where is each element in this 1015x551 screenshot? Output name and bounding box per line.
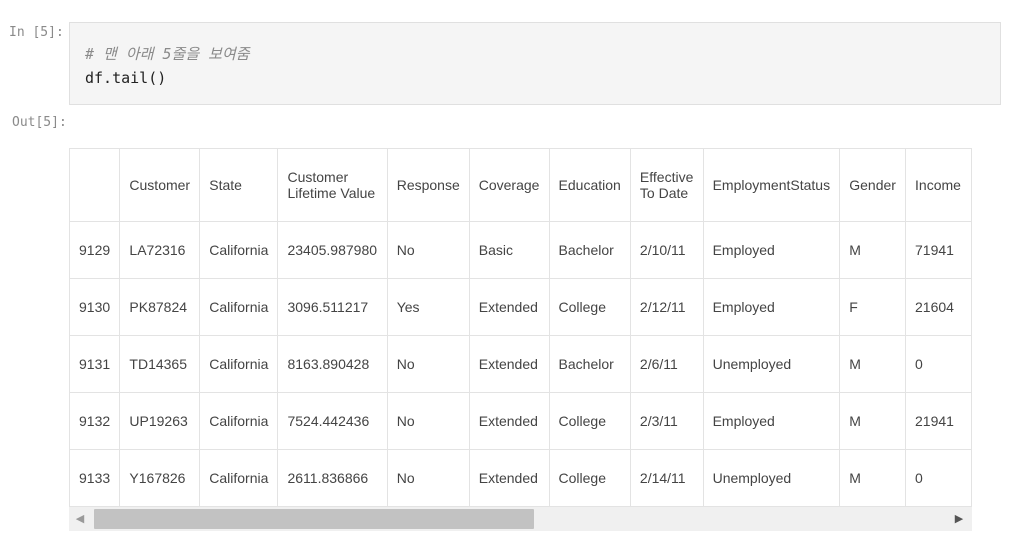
scroll-left-arrow-icon[interactable]: ◀ (69, 507, 91, 531)
table-cell: 21604 (905, 278, 972, 336)
table-cell: 23405.987980 (277, 221, 388, 279)
row-index: 9133 (69, 449, 121, 507)
table-cell: LA72316 (119, 221, 201, 279)
table-cell: California (199, 335, 279, 393)
table-cell: M (839, 221, 907, 279)
table-cell: 3096.511217 (277, 278, 388, 336)
table-cell: F (839, 278, 907, 336)
horizontal-scrollbar[interactable]: ◀ ▶ (69, 507, 972, 531)
column-header: State (199, 148, 279, 222)
table-cell: No (386, 449, 470, 507)
table-cell: Y167826 (119, 449, 201, 507)
column-header: Coverage (468, 148, 550, 222)
row-index: 9132 (69, 392, 121, 450)
output-prompt: Out[5]: (12, 115, 67, 130)
table-cell: 2/3/11 (629, 392, 704, 450)
row-index: 9130 (69, 278, 121, 336)
table-cell: California (199, 278, 279, 336)
table-cell: Bachelor (548, 335, 631, 393)
table-cell: California (199, 221, 279, 279)
table-cell: Extended (468, 278, 550, 336)
table-cell: 0 (905, 335, 972, 393)
scroll-right-arrow-icon[interactable]: ▶ (948, 507, 970, 531)
scrollbar-thumb[interactable] (94, 509, 534, 529)
table-cell: 2611.836866 (277, 449, 388, 507)
dataframe-table: Customer State Customer Lifetime Value R… (69, 148, 972, 507)
table-cell: Extended (468, 449, 550, 507)
code-comment: # 맨 아래 5줄을 보여줌 (85, 45, 250, 63)
table-cell: 21941 (905, 392, 972, 450)
code-line: df.tail() (85, 69, 167, 87)
table-cell: M (839, 449, 907, 507)
table-cell: Unemployed (702, 449, 841, 507)
table-cell: Employed (702, 221, 841, 279)
code-cell[interactable]: # 맨 아래 5줄을 보여줌 df.tail() (69, 22, 1001, 105)
table-cell: No (386, 392, 470, 450)
column-header: Effective To Date (629, 148, 704, 222)
table-cell: California (199, 449, 279, 507)
table-cell: 2/14/11 (629, 449, 704, 507)
table-cell: Employed (702, 278, 841, 336)
table-header-row: Customer State Customer Lifetime Value R… (69, 148, 972, 222)
row-index: 9129 (69, 221, 121, 279)
table-cell: M (839, 392, 907, 450)
table-cell: No (386, 221, 470, 279)
column-header: Customer Lifetime Value (277, 148, 388, 222)
index-header (69, 148, 121, 222)
input-prompt: In [5]: (9, 25, 64, 40)
table-cell: M (839, 335, 907, 393)
table-cell: College (548, 392, 631, 450)
table-cell: California (199, 392, 279, 450)
table-cell: Yes (386, 278, 470, 336)
column-header: Income (905, 148, 972, 222)
table-row: 9129 LA72316 California 23405.987980 No … (69, 221, 972, 279)
table-cell: 7524.442436 (277, 392, 388, 450)
table-cell: TD14365 (119, 335, 201, 393)
table-row: 9130 PK87824 California 3096.511217 Yes … (69, 278, 972, 336)
table-row: 9133 Y167826 California 2611.836866 No E… (69, 449, 972, 507)
table-cell: Unemployed (702, 335, 841, 393)
column-header: EmploymentStatus (702, 148, 841, 222)
table-cell: College (548, 278, 631, 336)
table-cell: Basic (468, 221, 550, 279)
table-row: 9131 TD14365 California 8163.890428 No E… (69, 335, 972, 393)
column-header: Customer (119, 148, 201, 222)
table-cell: College (548, 449, 631, 507)
table-cell: Employed (702, 392, 841, 450)
output-area: Customer State Customer Lifetime Value R… (69, 148, 972, 531)
table-cell: 71941 (905, 221, 972, 279)
column-header: Response (386, 148, 470, 222)
table-cell: 8163.890428 (277, 335, 388, 393)
table-cell: 2/10/11 (629, 221, 704, 279)
column-header: Education (548, 148, 631, 222)
row-index: 9131 (69, 335, 121, 393)
table-cell: 2/6/11 (629, 335, 704, 393)
table-cell: UP19263 (119, 392, 201, 450)
table-row: 9132 UP19263 California 7524.442436 No E… (69, 392, 972, 450)
column-header: Gender (839, 148, 907, 222)
table-cell: 2/12/11 (629, 278, 704, 336)
table-cell: PK87824 (119, 278, 201, 336)
table-cell: 0 (905, 449, 972, 507)
table-cell: No (386, 335, 470, 393)
table-cell: Extended (468, 335, 550, 393)
table-cell: Extended (468, 392, 550, 450)
table-cell: Bachelor (548, 221, 631, 279)
